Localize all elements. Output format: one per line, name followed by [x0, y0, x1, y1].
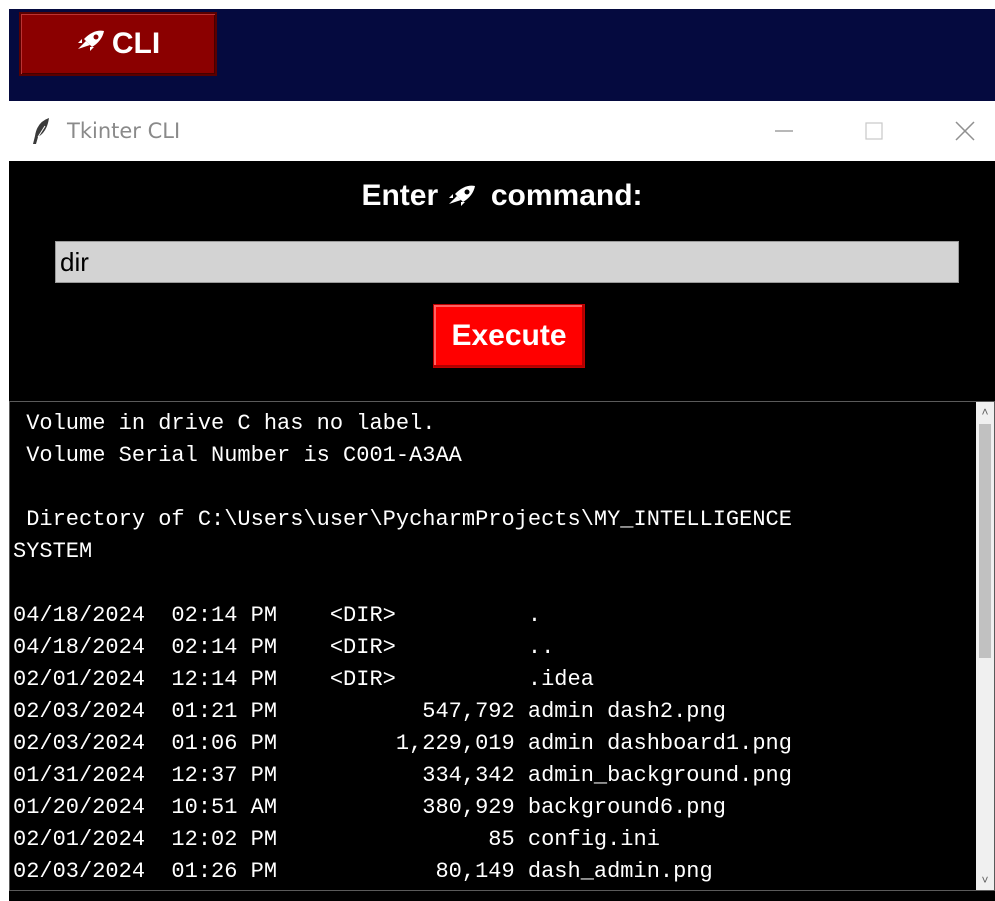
feather-icon [29, 116, 53, 146]
command-input[interactable] [55, 241, 959, 283]
maximize-icon [865, 122, 883, 140]
app-body: Enter command: Execute Volume in drive C… [9, 161, 995, 901]
output-line: 02/03/2024 01:26 PM 80,149 dash_admin.pn… [13, 859, 713, 884]
output-text: Volume in drive C has no label. Volume S… [13, 408, 975, 888]
output-line: Volume Serial Number is C001-A3AA [13, 443, 462, 468]
maximize-button[interactable] [851, 111, 897, 151]
output-line: 04/18/2024 02:14 PM <DIR> .. [13, 635, 555, 660]
prompt-label-before: Enter [361, 179, 439, 212]
cli-button[interactable]: CLI [19, 12, 217, 76]
close-button[interactable] [942, 111, 988, 151]
scroll-up-arrow-icon[interactable]: ˄ [976, 402, 994, 422]
output-line: 04/18/2024 02:14 PM <DIR> . [13, 603, 542, 628]
output-line: 02/03/2024 01:06 PM 1,229,019 admin dash… [13, 731, 792, 756]
output-scrollbar[interactable]: ˄ ˅ [976, 402, 994, 890]
minimize-icon [775, 130, 793, 132]
close-icon [955, 121, 975, 141]
output-line: 02/03/2024 01:21 PM 547,792 admin dash2.… [13, 699, 726, 724]
prompt-label-after: command: [490, 179, 643, 212]
output-line: 02/01/2024 12:02 PM 85 config.ini [13, 827, 660, 852]
output-line: 01/20/2024 10:51 AM 380,929 background6.… [13, 795, 726, 820]
output-line: 02/01/2024 12:14 PM <DIR> .idea [13, 667, 594, 692]
output-line: Directory of C:\Users\user\PycharmProjec… [13, 507, 792, 532]
output-line: SYSTEM [13, 539, 93, 564]
minimize-button[interactable] [761, 111, 807, 151]
rocket-icon [76, 27, 106, 61]
rocket-icon [447, 179, 477, 213]
output-text-area[interactable]: Volume in drive C has no label. Volume S… [9, 401, 995, 891]
output-line: 01/31/2024 12:37 PM 334,342 admin_backgr… [13, 763, 792, 788]
window-title: Tkinter CLI [67, 119, 181, 143]
output-line: Volume in drive C has no label. [13, 411, 436, 436]
scroll-down-arrow-icon[interactable]: ˅ [976, 870, 994, 890]
cli-button-label: CLI [111, 27, 161, 60]
execute-button[interactable]: Execute [433, 304, 585, 368]
top-bar: CLI [9, 9, 995, 101]
command-prompt-label: Enter command: [9, 179, 995, 213]
scrollbar-thumb[interactable] [979, 424, 991, 658]
window-titlebar: Tkinter CLI [9, 101, 995, 162]
